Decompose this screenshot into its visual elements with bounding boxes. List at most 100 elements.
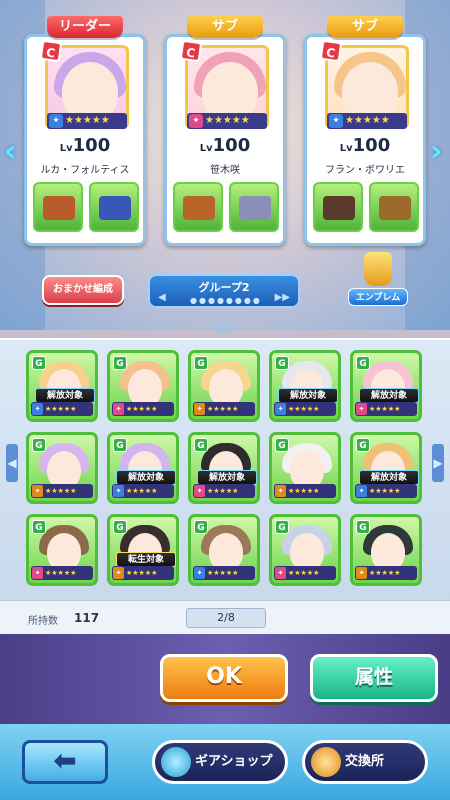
rank-badge: G: [194, 438, 208, 452]
emblem-button[interactable]: エンブレム: [348, 252, 408, 308]
character-name: フラン・ボワリエ: [325, 165, 405, 176]
character-name: ルカ・フォルティス: [40, 165, 130, 176]
type-icon: ✦: [189, 114, 203, 128]
character-tile[interactable]: G ✦ ★★★★★: [188, 514, 260, 586]
stars: ★★★★★: [45, 487, 77, 495]
star-rating: ✦ ★★★★★: [193, 484, 255, 498]
type-icon: ✦: [49, 114, 63, 128]
character-tile[interactable]: G 転生対象 ✦ ★★★★★: [107, 514, 179, 586]
rank-badge: G: [275, 438, 289, 452]
rank-badge: G: [275, 520, 289, 534]
boots-gear-icon: [379, 196, 411, 220]
rank-badge: C: [179, 39, 203, 63]
rank-badge: G: [356, 520, 370, 534]
release-target-badge: 解放対象: [197, 470, 257, 485]
stars: ★★★★★: [45, 405, 77, 413]
rank-badge: G: [32, 438, 46, 452]
type-icon: ✦: [32, 403, 43, 415]
rank-badge: G: [32, 520, 46, 534]
type-icon: ✦: [113, 485, 124, 497]
character-tile[interactable]: G ✦ ★★★★★: [350, 514, 422, 586]
character-tile[interactable]: G 解放対象 ✦ ★★★★★: [269, 350, 341, 422]
star-rating: ✦ ★★★★★: [355, 566, 417, 580]
character-tile[interactable]: G 解放対象 ✦ ★★★★★: [350, 432, 422, 504]
character-tile[interactable]: G ✦ ★★★★★: [107, 350, 179, 422]
character-tile[interactable]: G 解放対象 ✦ ★★★★★: [107, 432, 179, 504]
stars: ★★★★★: [126, 487, 158, 495]
star-rating: ✦ ★★★★★: [112, 484, 174, 498]
star-rating: ✦ ★★★★★: [193, 566, 255, 580]
stars: ★★★★★: [369, 487, 401, 495]
type-icon: ✦: [32, 567, 43, 579]
character-tile[interactable]: G 解放対象 ✦ ★★★★★: [26, 350, 98, 422]
list-prev-arrow-icon[interactable]: ◀: [6, 444, 18, 482]
owned-count: 117: [74, 611, 100, 625]
bottom-bar: ⬅ ギアショップ 交換所: [0, 724, 450, 800]
type-icon: ✦: [275, 485, 286, 497]
team-prev-arrow-icon[interactable]: ‹: [4, 134, 20, 170]
screen: ‹ C ✦ ★★★★★ Lv100 ルカ・フォルティス リーダー C ✦ ★★★…: [0, 0, 450, 800]
group-last-icon[interactable]: ▶▶: [275, 292, 290, 303]
exchange-button[interactable]: 交換所: [302, 740, 428, 784]
level-prefix: Lv: [339, 143, 353, 154]
release-target-badge: 解放対象: [35, 388, 95, 403]
gear-slot-2[interactable]: [229, 182, 279, 232]
gear-row: [313, 182, 419, 234]
stars: ★★★★★: [45, 569, 77, 577]
star-rating: ✦ ★★★★★: [187, 113, 267, 129]
stars: ★★★★★: [345, 115, 390, 126]
star-rating: ✦ ★★★★★: [355, 484, 417, 498]
rank-badge: G: [113, 438, 127, 452]
team-next-arrow-icon[interactable]: ›: [430, 134, 446, 170]
star-rating: ✦ ★★★★★: [47, 113, 127, 129]
star-rating: ✦ ★★★★★: [193, 402, 255, 416]
owned-label: 所持数: [28, 616, 58, 627]
ok-button[interactable]: OK: [160, 654, 288, 702]
group-selector[interactable]: グループ2 ◀ ●●●●●●●● ▶▶: [148, 274, 300, 308]
character-tile[interactable]: G ✦ ★★★★★: [269, 432, 341, 504]
character-tile[interactable]: G ✦ ★★★★★: [188, 350, 260, 422]
group-first-icon[interactable]: ◀: [158, 292, 166, 303]
rebirth-target-badge: 転生対象: [116, 552, 176, 567]
star-rating: ✦ ★★★★★: [274, 402, 336, 416]
character-tile[interactable]: G 解放対象 ✦ ★★★★★: [188, 432, 260, 504]
stars: ★★★★★: [369, 569, 401, 577]
gear-slot-1[interactable]: [173, 182, 223, 232]
character-tile[interactable]: G ✦ ★★★★★: [26, 514, 98, 586]
stars: ★★★★★: [207, 487, 239, 495]
rank-badge: G: [275, 356, 289, 370]
rank-badge: G: [194, 356, 208, 370]
slot-sub-1[interactable]: C ✦ ★★★★★ Lv100 笹木咲 サブ: [164, 16, 286, 246]
slot-leader[interactable]: C ✦ ★★★★★ Lv100 ルカ・フォルティス リーダー: [24, 16, 146, 246]
gear-slot-2[interactable]: [89, 182, 139, 232]
exchange-label: 交換所: [345, 754, 385, 769]
rank-badge: G: [194, 520, 208, 534]
back-arrow-icon[interactable]: ⬅: [22, 740, 108, 784]
type-icon: ✦: [32, 485, 43, 497]
mech-gear-icon: [239, 196, 271, 220]
slot-sub-2[interactable]: C ✦ ★★★★★ Lv100 フラン・ボワリエ サブ: [304, 16, 426, 246]
gear-slot-1[interactable]: [313, 182, 363, 232]
type-icon: ✦: [356, 485, 367, 497]
level-value: 100: [352, 135, 391, 156]
gear-slot-1[interactable]: [33, 182, 83, 232]
character-tile[interactable]: G ✦ ★★★★★: [269, 514, 341, 586]
character-card[interactable]: C ✦ ★★★★★ Lv100 ルカ・フォルティス: [24, 34, 146, 246]
character-card[interactable]: C ✦ ★★★★★ Lv100 笹木咲: [164, 34, 286, 246]
gear-slot-2[interactable]: [369, 182, 419, 232]
release-target-badge: 解放対象: [359, 388, 419, 403]
trophy-icon: [364, 252, 392, 286]
character-card[interactable]: C ✦ ★★★★★ Lv100 フラン・ボワリエ: [304, 34, 426, 246]
stars: ★★★★★: [369, 405, 401, 413]
star-rating: ✦ ★★★★★: [327, 113, 407, 129]
list-next-arrow-icon[interactable]: ▶: [432, 444, 444, 482]
gear-row: [33, 182, 139, 234]
attribute-button[interactable]: 属性: [310, 654, 438, 702]
character-tile[interactable]: G ✦ ★★★★★: [26, 432, 98, 504]
auto-formation-button[interactable]: おまかせ編成: [42, 275, 124, 305]
collapse-chevron-icon[interactable]: ︽: [209, 319, 241, 336]
type-icon: ✦: [275, 403, 286, 415]
character-tile[interactable]: G 解放対象 ✦ ★★★★★: [350, 350, 422, 422]
character-name: 笹木咲: [210, 165, 240, 176]
gear-shop-button[interactable]: ギアショップ: [152, 740, 288, 784]
